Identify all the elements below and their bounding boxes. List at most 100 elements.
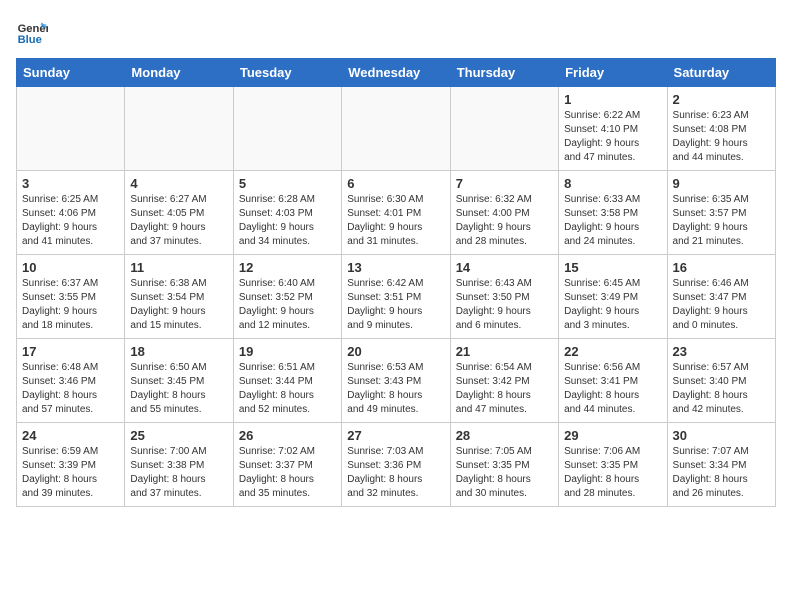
header-wednesday: Wednesday — [342, 59, 450, 87]
day-info: Sunrise: 6:46 AM Sunset: 3:47 PM Dayligh… — [673, 277, 770, 333]
day-info: Sunrise: 6:33 AM Sunset: 3:58 PM Dayligh… — [564, 193, 661, 249]
week-row-3: 17Sunrise: 6:48 AM Sunset: 3:46 PM Dayli… — [17, 339, 776, 423]
calendar-cell — [342, 87, 450, 171]
calendar-cell: 5 Sunrise: 6:28 AM Sunset: 4:03 PM Daylig… — [233, 171, 341, 255]
week-row-1: 3 Sunrise: 6:25 AM Sunset: 4:06 PM Daylig… — [17, 171, 776, 255]
day-info: Sunrise: 6:25 AM Sunset: 4:06 PM Dayligh… — [22, 193, 119, 249]
calendar-cell: 17Sunrise: 6:48 AM Sunset: 3:46 PM Dayli… — [17, 339, 125, 423]
calendar-cell: 15 Sunrise: 6:45 AM Sunset: 3:49 PM Dayli… — [559, 255, 667, 339]
header-friday: Friday — [559, 59, 667, 87]
header-tuesday: Tuesday — [233, 59, 341, 87]
logo-icon: General Blue — [16, 16, 48, 48]
day-number: 26 — [239, 428, 336, 443]
calendar-cell: 23 Sunrise: 6:57 AM Sunset: 3:40 PM Dayli… — [667, 339, 775, 423]
day-number: 8 — [564, 176, 661, 191]
day-info: Sunrise: 6:28 AM Sunset: 4:03 PM Dayligh… — [239, 193, 336, 249]
week-row-4: 24 Sunrise: 6:59 AM Sunset: 3:39 PM Dayli… — [17, 423, 776, 507]
calendar-cell: 14 Sunrise: 6:43 AM Sunset: 3:50 PM Dayli… — [450, 255, 558, 339]
calendar-cell: 13 Sunrise: 6:42 AM Sunset: 3:51 PM Dayli… — [342, 255, 450, 339]
day-info: Sunrise: 6:48 AM Sunset: 3:46 PM Dayligh… — [22, 361, 119, 417]
day-info: Sunrise: 7:00 AM Sunset: 3:38 PM Dayligh… — [130, 445, 227, 501]
day-number: 27 — [347, 428, 444, 443]
day-info: Sunrise: 6:43 AM Sunset: 3:50 PM Dayligh… — [456, 277, 553, 333]
day-number: 4 — [130, 176, 227, 191]
calendar-cell: 30Sunrise: 7:07 AM Sunset: 3:34 PM Dayli… — [667, 423, 775, 507]
day-info: Sunrise: 6:42 AM Sunset: 3:51 PM Dayligh… — [347, 277, 444, 333]
calendar-cell: 26 Sunrise: 7:02 AM Sunset: 3:37 PM Dayli… — [233, 423, 341, 507]
day-info: Sunrise: 6:23 AM Sunset: 4:08 PM Dayligh… — [673, 109, 770, 165]
day-info: Sunrise: 6:32 AM Sunset: 4:00 PM Dayligh… — [456, 193, 553, 249]
day-info: Sunrise: 7:07 AM Sunset: 3:34 PM Dayligh… — [673, 445, 770, 501]
calendar-cell: 11 Sunrise: 6:38 AM Sunset: 3:54 PM Dayli… — [125, 255, 233, 339]
day-number: 12 — [239, 260, 336, 275]
day-info: Sunrise: 6:45 AM Sunset: 3:49 PM Dayligh… — [564, 277, 661, 333]
day-number: 21 — [456, 344, 553, 359]
day-number: 10 — [22, 260, 119, 275]
day-info: Sunrise: 6:22 AM Sunset: 4:10 PM Dayligh… — [564, 109, 661, 165]
day-number: 14 — [456, 260, 553, 275]
day-number: 3 — [22, 176, 119, 191]
day-info: Sunrise: 7:05 AM Sunset: 3:35 PM Dayligh… — [456, 445, 553, 501]
header-monday: Monday — [125, 59, 233, 87]
calendar-cell: 16Sunrise: 6:46 AM Sunset: 3:47 PM Dayli… — [667, 255, 775, 339]
day-info: Sunrise: 7:03 AM Sunset: 3:36 PM Dayligh… — [347, 445, 444, 501]
day-number: 29 — [564, 428, 661, 443]
header-saturday: Saturday — [667, 59, 775, 87]
day-info: Sunrise: 6:51 AM Sunset: 3:44 PM Dayligh… — [239, 361, 336, 417]
calendar-cell: 28 Sunrise: 7:05 AM Sunset: 3:35 PM Dayli… — [450, 423, 558, 507]
calendar-cell: 8 Sunrise: 6:33 AM Sunset: 3:58 PM Daylig… — [559, 171, 667, 255]
calendar-cell: 10 Sunrise: 6:37 AM Sunset: 3:55 PM Dayli… — [17, 255, 125, 339]
day-info: Sunrise: 6:50 AM Sunset: 3:45 PM Dayligh… — [130, 361, 227, 417]
day-number: 9 — [673, 176, 770, 191]
calendar-table: SundayMondayTuesdayWednesdayThursdayFrid… — [16, 58, 776, 507]
day-info: Sunrise: 7:06 AM Sunset: 3:35 PM Dayligh… — [564, 445, 661, 501]
day-number: 15 — [564, 260, 661, 275]
day-number: 11 — [130, 260, 227, 275]
day-number: 23 — [673, 344, 770, 359]
calendar-cell: 4 Sunrise: 6:27 AM Sunset: 4:05 PM Daylig… — [125, 171, 233, 255]
day-info: Sunrise: 6:59 AM Sunset: 3:39 PM Dayligh… — [22, 445, 119, 501]
day-number: 1 — [564, 92, 661, 107]
svg-text:Blue: Blue — [18, 34, 42, 46]
day-number: 7 — [456, 176, 553, 191]
calendar-cell: 24 Sunrise: 6:59 AM Sunset: 3:39 PM Dayli… — [17, 423, 125, 507]
day-number: 24 — [22, 428, 119, 443]
day-info: Sunrise: 6:38 AM Sunset: 3:54 PM Dayligh… — [130, 277, 227, 333]
day-number: 22 — [564, 344, 661, 359]
calendar-cell: 22 Sunrise: 6:56 AM Sunset: 3:41 PM Dayli… — [559, 339, 667, 423]
logo: General Blue — [16, 16, 52, 48]
day-number: 18 — [130, 344, 227, 359]
calendar-cell: 19Sunrise: 6:51 AM Sunset: 3:44 PM Dayli… — [233, 339, 341, 423]
calendar-cell: 1 Sunrise: 6:22 AM Sunset: 4:10 PM Daylig… — [559, 87, 667, 171]
day-number: 6 — [347, 176, 444, 191]
calendar-cell — [17, 87, 125, 171]
header-sunday: Sunday — [17, 59, 125, 87]
day-number: 5 — [239, 176, 336, 191]
calendar-cell: 20Sunrise: 6:53 AM Sunset: 3:43 PM Dayli… — [342, 339, 450, 423]
day-info: Sunrise: 6:35 AM Sunset: 3:57 PM Dayligh… — [673, 193, 770, 249]
calendar-header-row: SundayMondayTuesdayWednesdayThursdayFrid… — [17, 59, 776, 87]
day-info: Sunrise: 6:40 AM Sunset: 3:52 PM Dayligh… — [239, 277, 336, 333]
calendar-cell — [125, 87, 233, 171]
calendar-cell — [233, 87, 341, 171]
day-info: Sunrise: 6:27 AM Sunset: 4:05 PM Dayligh… — [130, 193, 227, 249]
day-number: 28 — [456, 428, 553, 443]
day-info: Sunrise: 6:54 AM Sunset: 3:42 PM Dayligh… — [456, 361, 553, 417]
calendar-cell: 27 Sunrise: 7:03 AM Sunset: 3:36 PM Dayli… — [342, 423, 450, 507]
day-info: Sunrise: 7:02 AM Sunset: 3:37 PM Dayligh… — [239, 445, 336, 501]
calendar-cell: 21 Sunrise: 6:54 AM Sunset: 3:42 PM Dayli… — [450, 339, 558, 423]
calendar-cell: 12 Sunrise: 6:40 AM Sunset: 3:52 PM Dayli… — [233, 255, 341, 339]
calendar-cell: 3 Sunrise: 6:25 AM Sunset: 4:06 PM Daylig… — [17, 171, 125, 255]
calendar-cell: 6Sunrise: 6:30 AM Sunset: 4:01 PM Daylig… — [342, 171, 450, 255]
week-row-2: 10 Sunrise: 6:37 AM Sunset: 3:55 PM Dayli… — [17, 255, 776, 339]
day-info: Sunrise: 6:57 AM Sunset: 3:40 PM Dayligh… — [673, 361, 770, 417]
calendar-cell: 9 Sunrise: 6:35 AM Sunset: 3:57 PM Daylig… — [667, 171, 775, 255]
calendar-cell: 25Sunrise: 7:00 AM Sunset: 3:38 PM Dayli… — [125, 423, 233, 507]
day-info: Sunrise: 6:56 AM Sunset: 3:41 PM Dayligh… — [564, 361, 661, 417]
day-number: 2 — [673, 92, 770, 107]
day-number: 13 — [347, 260, 444, 275]
day-number: 20 — [347, 344, 444, 359]
header: General Blue — [16, 16, 776, 48]
day-info: Sunrise: 6:37 AM Sunset: 3:55 PM Dayligh… — [22, 277, 119, 333]
calendar-cell — [450, 87, 558, 171]
